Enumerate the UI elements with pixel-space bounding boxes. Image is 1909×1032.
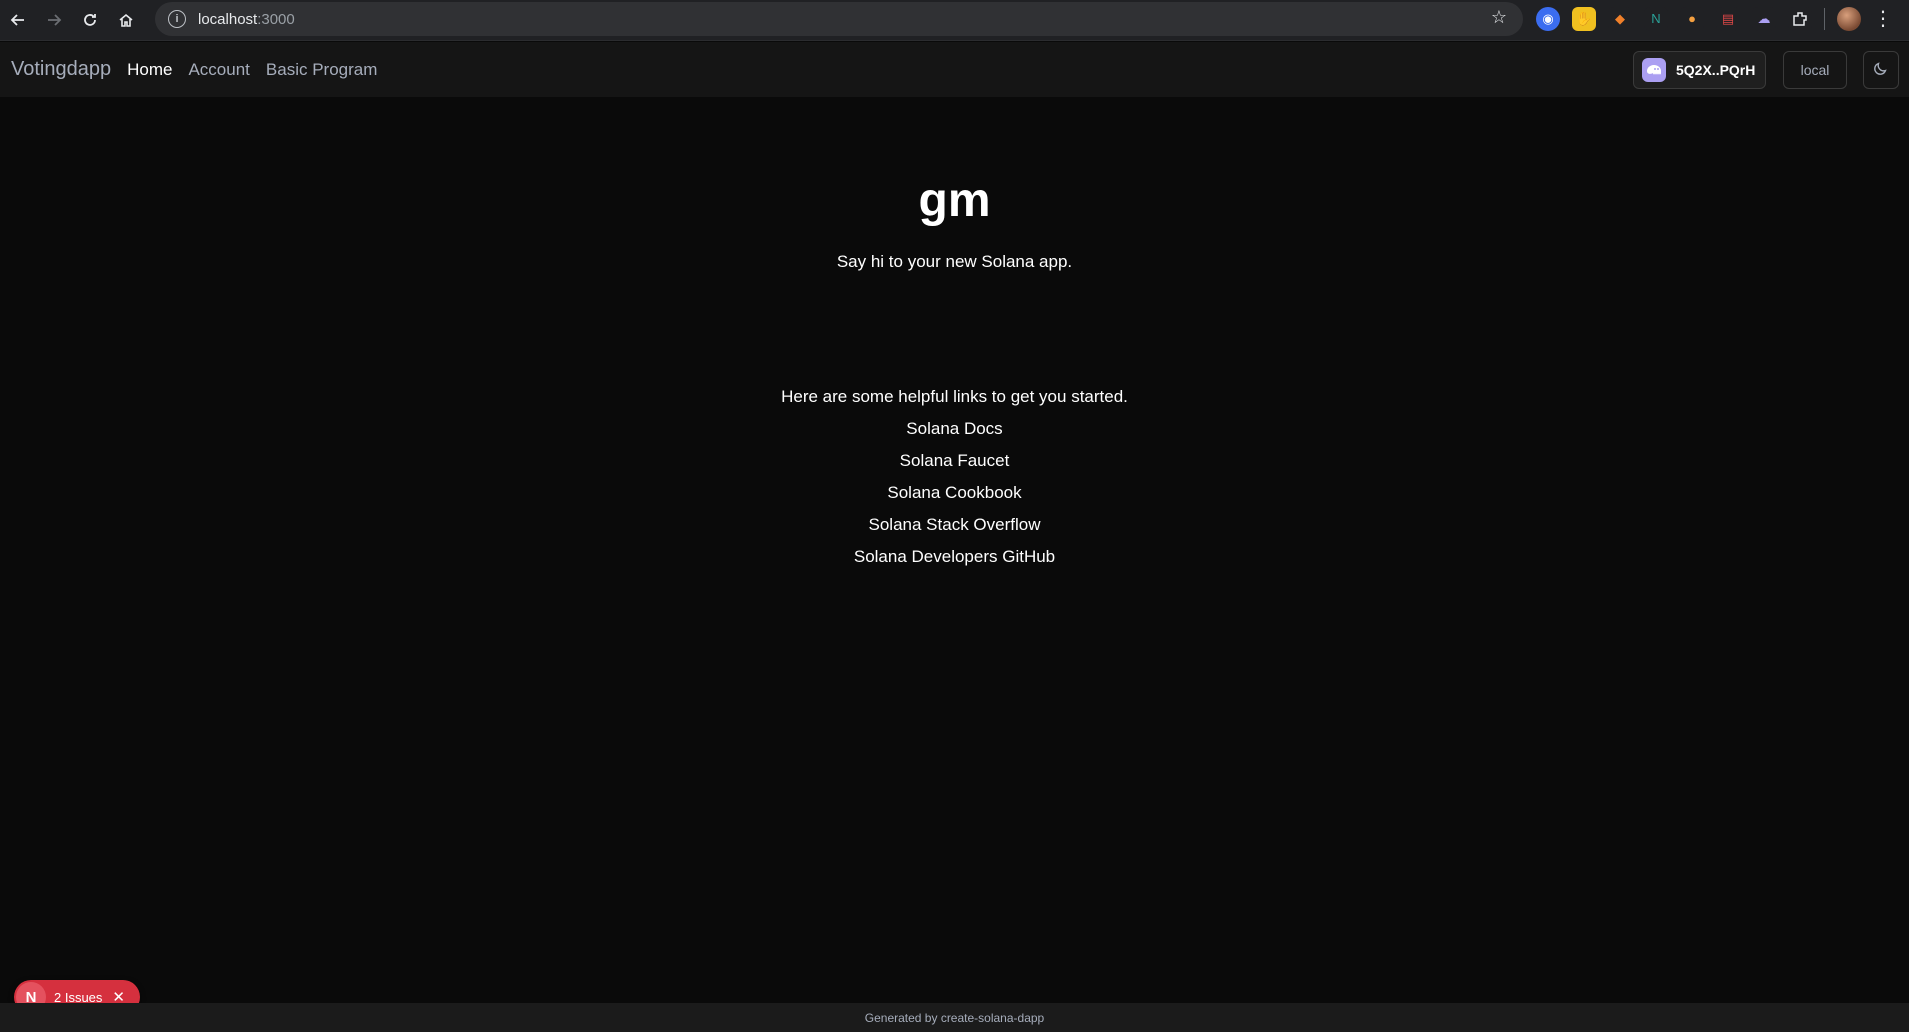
theme-toggle-button[interactable]: [1863, 51, 1899, 89]
nav-link-account[interactable]: Account: [188, 60, 249, 80]
app-navbar: Votingdapp Home Account Basic Program 5Q…: [0, 42, 1909, 97]
cluster-select-button[interactable]: local: [1783, 51, 1847, 89]
extension-n-icon[interactable]: N: [1644, 6, 1668, 31]
nav-link-basic-program[interactable]: Basic Program: [266, 60, 377, 80]
link-solana-cookbook[interactable]: Solana Cookbook: [0, 483, 1909, 515]
brand-logo[interactable]: Votingdapp: [11, 58, 111, 81]
helpful-links: Here are some helpful links to get you s…: [0, 387, 1909, 579]
extension-store-icon[interactable]: ▤: [1716, 6, 1740, 31]
footer: Generated by create-solana-dapp: [0, 1003, 1909, 1032]
nav-link-home[interactable]: Home: [127, 60, 172, 80]
address-bar[interactable]: i localhost:3000 ☆: [155, 2, 1523, 36]
page-subtitle: Say hi to your new Solana app.: [836, 252, 1073, 271]
link-solana-stack-overflow[interactable]: Solana Stack Overflow: [0, 515, 1909, 547]
links-intro: Here are some helpful links to get you s…: [781, 387, 1128, 406]
page-title: gm: [918, 174, 991, 227]
extensions-icon[interactable]: [1788, 6, 1812, 31]
browser-toolbar: i localhost:3000 ☆ ◉ ✋ ◆ N ● ▤ ☁ ⋮: [0, 0, 1909, 41]
star-icon[interactable]: ☆: [1491, 7, 1507, 28]
footer-text: Generated by create-solana-dapp: [864, 1010, 1045, 1025]
phantom-wallet-icon: [1642, 58, 1666, 82]
toolbar-divider: [1824, 7, 1825, 30]
link-solana-faucet[interactable]: Solana Faucet: [0, 451, 1909, 483]
reload-icon[interactable]: [72, 2, 108, 38]
extension-capsule-icon[interactable]: ●: [1680, 6, 1704, 31]
extension-fox-icon[interactable]: ◆: [1608, 6, 1632, 31]
menu-icon[interactable]: ⋮: [1873, 6, 1893, 31]
link-solana-docs[interactable]: Solana Docs: [0, 419, 1909, 451]
moon-icon: [1873, 60, 1889, 81]
profile-avatar[interactable]: [1837, 6, 1861, 31]
url-port: :3000: [257, 10, 295, 28]
extension-blue-circle-icon[interactable]: ◉: [1536, 6, 1560, 31]
link-solana-developers-github[interactable]: Solana Developers GitHub: [0, 547, 1909, 579]
extension-phantom-icon[interactable]: ☁: [1752, 6, 1776, 31]
extensions-row: ◉ ✋ ◆ N ● ▤ ☁ ⋮: [1536, 6, 1893, 31]
wallet-button[interactable]: 5Q2X..PQrH: [1633, 51, 1766, 89]
back-icon[interactable]: [0, 2, 36, 38]
forward-icon[interactable]: [36, 2, 72, 38]
url-text[interactable]: localhost:3000: [198, 11, 295, 28]
home-icon[interactable]: [108, 2, 144, 38]
site-info-icon[interactable]: i: [168, 10, 186, 28]
wallet-address: 5Q2X..PQrH: [1676, 62, 1756, 78]
extension-yellow-icon[interactable]: ✋: [1572, 6, 1596, 31]
url-host: localhost: [198, 10, 258, 28]
